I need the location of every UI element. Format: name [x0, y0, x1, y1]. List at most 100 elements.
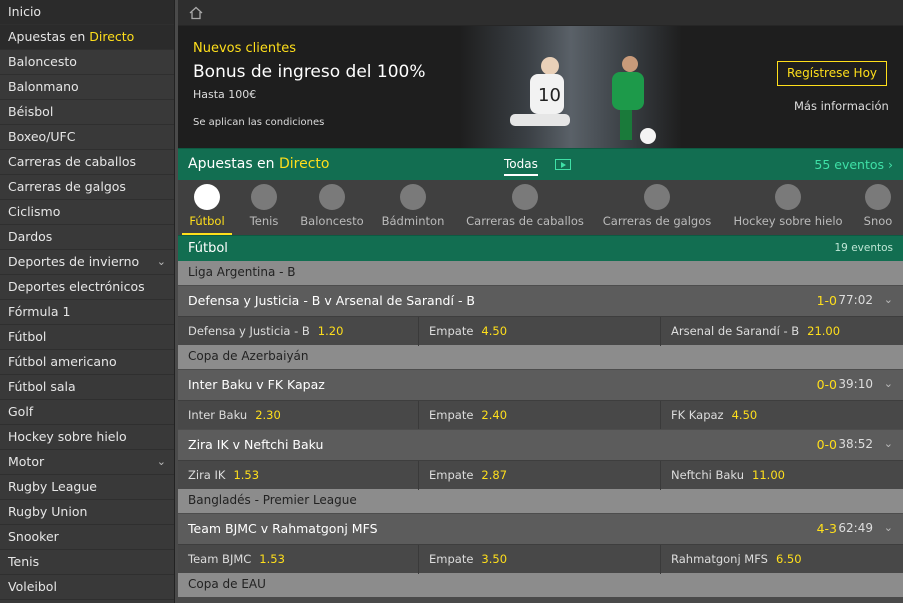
event-name: Team BJMC v Rahmatgonj MFS — [188, 521, 378, 536]
live-stream-icon[interactable] — [555, 159, 571, 170]
selection-name: Empate — [429, 324, 474, 338]
sidebar-item-label: Fútbol americano — [8, 354, 117, 369]
banner-conditions[interactable]: Se aplican las condiciones — [193, 117, 324, 128]
sidebar-item[interactable]: Deportes electrónicos — [0, 275, 174, 300]
sidebar-item[interactable]: Inicio — [0, 0, 174, 25]
sidebar-item[interactable]: Deportes de invierno ⌄ — [0, 250, 174, 275]
chevron-down-icon[interactable]: ⌄ — [884, 437, 893, 450]
sidebar-item-label: Boxeo/UFC — [8, 129, 76, 144]
sport-tab[interactable]: Bádminton — [378, 180, 448, 235]
sidebar-item[interactable]: Fútbol — [0, 325, 174, 350]
sidebar-item[interactable]: Boxeo/UFC — [0, 125, 174, 150]
home-icon[interactable] — [188, 5, 204, 21]
sidebar-item[interactable]: Motor ⌄ — [0, 450, 174, 475]
sidebar-item-label: Fútbol — [8, 329, 47, 344]
sidebar-item[interactable]: Voleibol — [0, 575, 174, 600]
sport-tab[interactable]: Hockey sobre hielo — [726, 180, 850, 235]
sport-tab[interactable]: Carreras de galgos — [598, 180, 716, 235]
sidebar-item[interactable]: Snooker — [0, 525, 174, 550]
sidebar-item-label: Ciclismo — [8, 204, 61, 219]
selection-name: Empate — [429, 552, 474, 566]
event-row[interactable]: Zira IK v Neftchi Baku 0-0 38:52 ⌄ — [178, 429, 903, 460]
horse-racing-icon — [512, 184, 538, 210]
sidebar-item[interactable]: Rugby League — [0, 475, 174, 500]
home-odds-button[interactable]: Defensa y Justicia - B 1.20 — [178, 317, 419, 346]
selection-name: FK Kapaz — [671, 408, 724, 422]
odds-price: 2.30 — [255, 408, 281, 422]
sidebar: Inicio Apuestas en Directo Baloncesto Balon… — [0, 0, 175, 603]
odds-row: Zira IK 1.53 Empate 2.87 Neftchi Baku 11.00 — [178, 460, 903, 490]
sport-tab[interactable]: Snoo — [858, 180, 898, 235]
odds-price: 3.50 — [481, 552, 508, 566]
chevron-down-icon[interactable]: ⌄ — [157, 450, 166, 474]
away-odds-button[interactable]: Rahmatgonj MFS 6.50 — [661, 545, 903, 574]
draw-odds-button[interactable]: Empate 4.50 — [419, 317, 661, 346]
draw-odds-button[interactable]: Empate 3.50 — [419, 545, 661, 574]
odds-row: Defensa y Justicia - B 1.20 Empate 4.50 Arse… — [178, 316, 903, 346]
away-odds-button[interactable]: FK Kapaz 4.50 — [661, 401, 903, 430]
away-odds-button[interactable]: Arsenal de Sarandí - B 21.00 — [661, 317, 903, 346]
sidebar-item[interactable]: Béisbol — [0, 100, 174, 125]
events-count-link[interactable]: 55 eventos › — [814, 157, 893, 172]
selection-name: Rahmatgonj MFS — [671, 552, 768, 566]
event-row[interactable]: Inter Baku v FK Kapaz 0-0 39:10 ⌄ — [178, 369, 903, 400]
chevron-down-icon[interactable]: ⌄ — [157, 250, 166, 274]
home-odds-button[interactable]: Inter Baku 2.30 — [178, 401, 419, 430]
breadcrumb-bar — [178, 0, 903, 26]
sport-tab[interactable]: Baloncesto — [294, 180, 370, 235]
event-time: 38:52 — [838, 437, 873, 451]
event-row[interactable]: Defensa y Justicia - B v Arsenal de Sara… — [178, 285, 903, 316]
sidebar-item[interactable]: Dardos — [0, 225, 174, 250]
sport-tab[interactable]: Carreras de caballos — [460, 180, 590, 235]
selection-name: Team BJMC — [188, 552, 252, 566]
draw-odds-button[interactable]: Empate 2.40 — [419, 401, 661, 430]
banner-players-image: 10 — [460, 26, 682, 148]
sidebar-item[interactable]: Hockey sobre hielo — [0, 425, 174, 450]
sidebar-item[interactable]: Balonmano — [0, 75, 174, 100]
sidebar-item[interactable]: Baloncesto — [0, 50, 174, 75]
sidebar-item-label: Motor — [8, 454, 45, 469]
tab-all[interactable]: Todas — [504, 157, 538, 176]
sidebar-item[interactable]: Fútbol americano — [0, 350, 174, 375]
selection-name: Arsenal de Sarandí - B — [671, 324, 800, 338]
selection-name: Empate — [429, 468, 474, 482]
event-score: 0-0 — [816, 437, 837, 452]
sidebar-item-label: Deportes de invierno — [8, 254, 140, 269]
sport-tab[interactable]: Tenis — [242, 180, 286, 235]
sidebar-item[interactable]: Ciclismo — [0, 200, 174, 225]
selection-name: Neftchi Baku — [671, 468, 745, 482]
home-odds-button[interactable]: Zira IK 1.53 — [178, 461, 419, 490]
sidebar-item[interactable]: Tenis — [0, 550, 174, 575]
sport-tab[interactable]: Fútbol — [182, 180, 232, 235]
main-content: Nuevos clientes Bonus de ingreso del 100… — [178, 0, 903, 603]
sidebar-item[interactable]: Fútbol sala — [0, 375, 174, 400]
chevron-down-icon[interactable]: ⌄ — [884, 521, 893, 534]
sport-tab-label: Hockey sobre hielo — [733, 214, 843, 228]
sidebar-item[interactable]: Fórmula 1 — [0, 300, 174, 325]
odds-price: 1.20 — [317, 324, 344, 338]
sidebar-item[interactable]: Rugby Union — [0, 500, 174, 525]
sports-carousel: Fútbol Tenis Baloncesto Bádminton Carreras d… — [178, 180, 903, 235]
sidebar-item[interactable]: Carreras de caballos — [0, 150, 174, 175]
sidebar-item-label: Tenis — [8, 554, 40, 569]
sidebar-item[interactable]: Apuestas en Directo — [0, 25, 174, 50]
away-odds-button[interactable]: Neftchi Baku 11.00 — [661, 461, 903, 490]
chevron-down-icon[interactable]: ⌄ — [884, 293, 893, 306]
draw-odds-button[interactable]: Empate 2.87 — [419, 461, 661, 490]
sidebar-item-label: Snooker — [8, 529, 59, 544]
home-odds-button[interactable]: Team BJMC 1.53 — [178, 545, 419, 574]
odds-price: 6.50 — [775, 552, 802, 566]
chevron-down-icon[interactable]: ⌄ — [884, 377, 893, 390]
sport-tab-label: Fútbol — [189, 214, 225, 228]
register-button[interactable]: Regístrese Hoy — [777, 61, 887, 86]
sidebar-item[interactable]: Carreras de galgos — [0, 175, 174, 200]
sidebar-item-label: Golf — [8, 404, 34, 419]
odds-price: 1.53 — [233, 468, 260, 482]
sidebar-item-label: Fórmula 1 — [8, 304, 71, 319]
live-header: Apuestas en Directo Todas 55 eventos › — [178, 148, 903, 180]
event-row[interactable]: Team BJMC v Rahmatgonj MFS 4-3 62:49 ⌄ — [178, 513, 903, 544]
sidebar-item[interactable]: Golf — [0, 400, 174, 425]
more-info-link[interactable]: Más información — [794, 99, 889, 113]
event-score: 0-0 — [816, 377, 837, 392]
odds-price: 2.40 — [481, 408, 508, 422]
